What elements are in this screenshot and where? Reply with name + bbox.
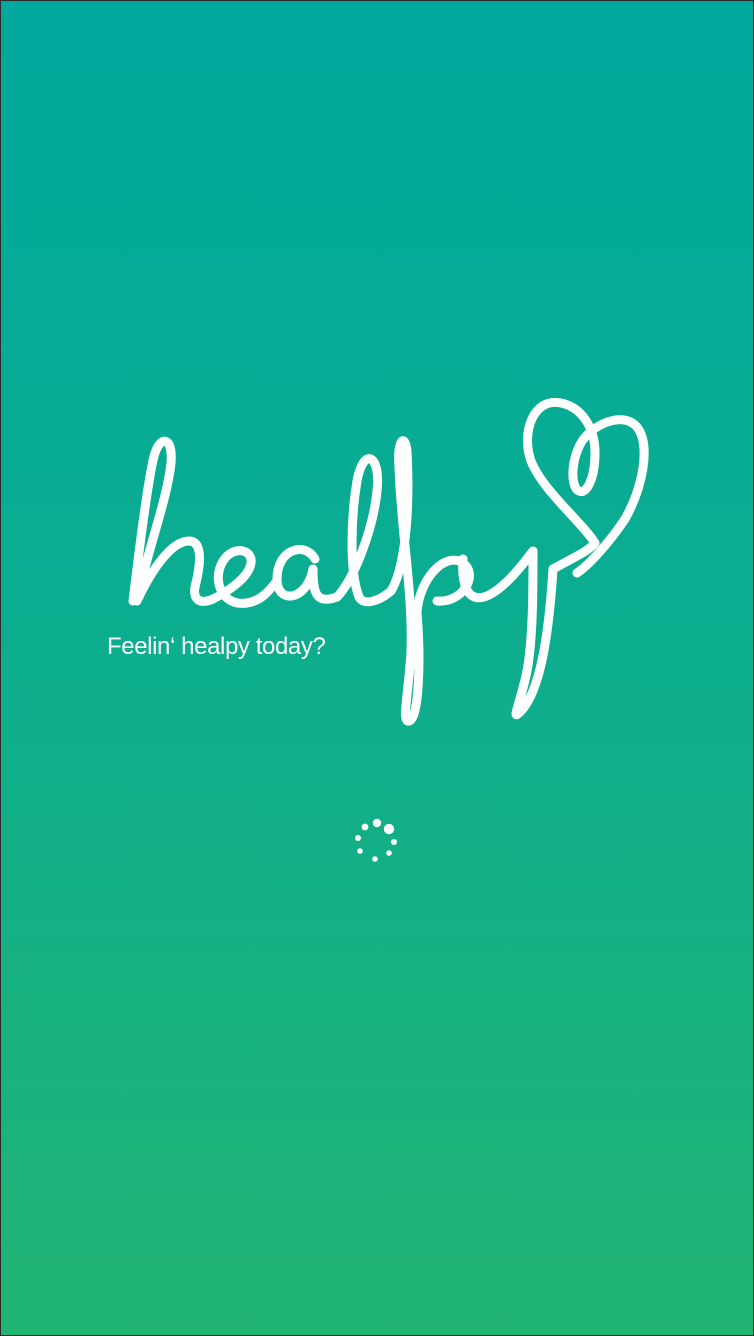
healpy-logo-artwork: [128, 397, 649, 726]
splash-screen: Feelin‘ healpy today?: [0, 0, 754, 1336]
healpy-logo: [101, 391, 661, 731]
tagline: Feelin‘ healpy today?: [107, 633, 326, 660]
loading-spinner-icon: [351, 817, 401, 867]
